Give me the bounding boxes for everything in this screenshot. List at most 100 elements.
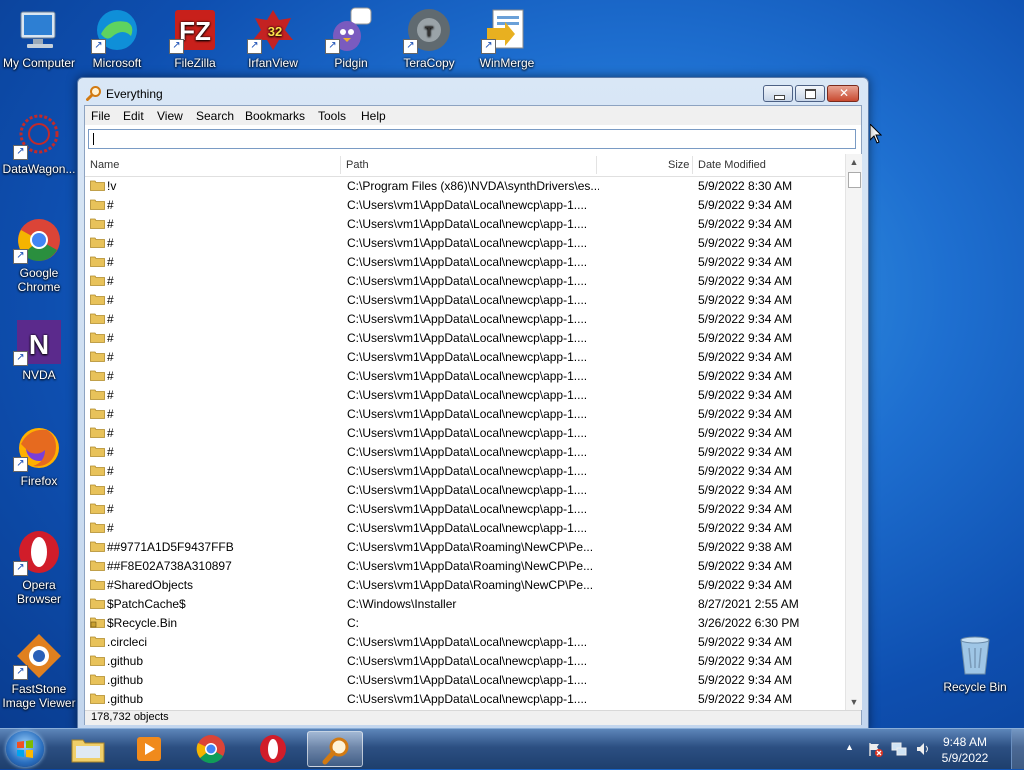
scroll-down-icon[interactable]: ▼ <box>846 694 862 710</box>
scroll-thumb[interactable] <box>848 172 861 188</box>
table-row[interactable]: .circleci C:\Users\vm1\AppData\Local\newc… <box>85 632 845 651</box>
desktop-icon-pidgin[interactable]: ↗ Pidgin <box>313 6 389 70</box>
title-bar[interactable]: Everything ✕ <box>78 78 868 106</box>
menu-tools[interactable]: Tools <box>318 109 346 123</box>
menu-file[interactable]: File <box>91 109 110 123</box>
search-input[interactable] <box>88 129 856 149</box>
table-row[interactable]: !v C:\Program Files (x86)\NVDA\synthDrive… <box>85 176 845 195</box>
table-row[interactable]: # C:\Users\vm1\AppData\Local\newcp\app-1.… <box>85 442 845 461</box>
text-caret <box>93 133 94 145</box>
column-divider[interactable] <box>340 156 341 174</box>
shortcut-arrow-icon: ↗ <box>13 457 28 472</box>
table-row[interactable]: # C:\Users\vm1\AppData\Local\newcp\app-1.… <box>85 252 845 271</box>
table-row[interactable]: # C:\Users\vm1\AppData\Local\newcp\app-1.… <box>85 499 845 518</box>
table-row[interactable]: .github C:\Users\vm1\AppData\Local\newcp\… <box>85 651 845 670</box>
everything-window[interactable]: Everything ✕ File Edit View Search Bookm… <box>77 77 869 731</box>
desktop-icon-filezilla[interactable]: FZ ↗ FileZilla <box>157 6 233 70</box>
action-center-flag-icon[interactable] <box>867 741 883 757</box>
taskbar-file-explorer-button[interactable] <box>60 731 116 767</box>
table-row[interactable]: $PatchCache$ C:\Windows\Installer 8/27/202… <box>85 594 845 613</box>
pidgin-icon: ↗ <box>325 6 375 54</box>
firefox-icon: ↗ <box>13 424 63 472</box>
table-row[interactable]: # C:\Users\vm1\AppData\Local\newcp\app-1.… <box>85 347 845 366</box>
table-row[interactable]: # C:\Users\vm1\AppData\Local\newcp\app-1.… <box>85 423 845 442</box>
desktop-icon-firefox[interactable]: ↗ Firefox <box>1 424 77 488</box>
desktop-icon-opera[interactable]: ↗ Opera Browser <box>1 528 77 606</box>
column-name[interactable]: Name <box>90 159 119 171</box>
folder-icon <box>90 199 105 210</box>
table-row[interactable]: ##F8E02A738A310897 C:\Users\vm1\AppData\R… <box>85 556 845 575</box>
cell-date-modified: 5/9/2022 9:34 AM <box>698 198 793 212</box>
vertical-scrollbar[interactable]: ▲ ▼ <box>845 154 862 710</box>
folder-icon <box>90 180 105 191</box>
table-row[interactable]: # C:\Users\vm1\AppData\Local\newcp\app-1.… <box>85 518 845 537</box>
menu-view[interactable]: View <box>157 109 183 123</box>
scroll-up-icon[interactable]: ▲ <box>846 154 862 170</box>
table-row[interactable]: .github C:\Users\vm1\AppData\Local\newcp\… <box>85 689 845 708</box>
table-row[interactable]: # C:\Users\vm1\AppData\Local\newcp\app-1.… <box>85 404 845 423</box>
desktop-icon-datawagon[interactable]: ↗ DataWagon... <box>1 112 77 176</box>
table-row[interactable]: $Recycle.Bin C: 3/26/2022 6:30 PM <box>85 613 845 632</box>
desktop-icon-faststone[interactable]: ↗ FastStone Image Viewer <box>1 632 77 710</box>
table-row[interactable]: # C:\Users\vm1\AppData\Local\newcp\app-1.… <box>85 233 845 252</box>
table-row[interactable]: # C:\Users\vm1\AppData\Local\newcp\app-1.… <box>85 271 845 290</box>
desktop-icon-nvda[interactable]: N ↗ NVDA <box>1 318 77 382</box>
taskbar-everything-button[interactable] <box>307 731 363 767</box>
cell-date-modified: 5/9/2022 9:34 AM <box>698 350 793 364</box>
status-bar: 178,732 objects <box>85 710 861 725</box>
desktop-icon-winmerge[interactable]: ↗ WinMerge <box>469 6 545 70</box>
results-list[interactable]: Name Path Size Date Modified !v C:\Progra… <box>85 154 862 710</box>
taskbar-media-player-button[interactable] <box>121 731 177 767</box>
table-row[interactable]: # C:\Users\vm1\AppData\Local\newcp\app-1.… <box>85 214 845 233</box>
menu-search[interactable]: Search <box>196 109 234 123</box>
desktop-icon-my-computer[interactable]: My Computer <box>1 6 77 70</box>
table-row[interactable]: # C:\Users\vm1\AppData\Local\newcp\app-1.… <box>85 290 845 309</box>
desktop-icon-recycle-bin[interactable]: Recycle Bin <box>937 630 1013 694</box>
column-date-modified[interactable]: Date Modified <box>698 159 766 171</box>
desktop-icon-microsoft[interactable]: ↗ Microsoft <box>79 6 155 70</box>
network-icon[interactable] <box>891 741 907 757</box>
clock-time: 9:48 AM <box>942 735 988 749</box>
menu-help[interactable]: Help <box>361 109 386 123</box>
column-divider[interactable] <box>596 156 597 174</box>
column-path[interactable]: Path <box>346 159 369 171</box>
table-row[interactable]: # C:\Users\vm1\AppData\Local\newcp\app-1.… <box>85 328 845 347</box>
folder-icon <box>90 655 105 666</box>
table-row[interactable]: # C:\Users\vm1\AppData\Local\newcp\app-1.… <box>85 309 845 328</box>
start-button[interactable] <box>6 731 44 767</box>
column-size[interactable]: Size <box>668 159 689 171</box>
table-row[interactable]: # C:\Users\vm1\AppData\Local\newcp\app-1.… <box>85 480 845 499</box>
maximize-button[interactable] <box>795 85 825 102</box>
table-row[interactable]: # C:\Users\vm1\AppData\Local\newcp\app-1.… <box>85 461 845 480</box>
folder-icon <box>90 427 105 438</box>
table-row[interactable]: # C:\Users\vm1\AppData\Local\newcp\app-1.… <box>85 195 845 214</box>
cell-date-modified: 5/9/2022 9:34 AM <box>698 635 793 649</box>
minimize-button[interactable] <box>763 85 793 102</box>
table-row[interactable]: # C:\Users\vm1\AppData\Local\newcp\app-1.… <box>85 385 845 404</box>
column-divider[interactable] <box>692 156 693 174</box>
table-row[interactable]: # C:\Users\vm1\AppData\Local\newcp\app-1.… <box>85 366 845 385</box>
taskbar-chrome-button[interactable] <box>183 731 239 767</box>
table-row[interactable]: .github C:\Users\vm1\AppData\Local\newcp\… <box>85 670 845 689</box>
datawagon-icon: ↗ <box>13 112 63 160</box>
folder-icon <box>90 541 105 552</box>
menu-bookmarks[interactable]: Bookmarks <box>245 109 305 123</box>
cell-name: # <box>107 350 114 364</box>
cell-date-modified: 5/9/2022 9:34 AM <box>698 426 793 440</box>
menu-edit[interactable]: Edit <box>123 109 144 123</box>
cell-date-modified: 5/9/2022 9:34 AM <box>698 445 793 459</box>
close-button[interactable]: ✕ <box>827 85 859 102</box>
show-desktop-button[interactable] <box>1011 729 1024 769</box>
desktop-icon-irfanview[interactable]: 32 ↗ IrfanView <box>235 6 311 70</box>
table-row[interactable]: ##9771A1D5F9437FFB C:\Users\vm1\AppData\R… <box>85 537 845 556</box>
desktop-icon-teracopy[interactable]: T ↗ TeraCopy <box>391 6 467 70</box>
desktop-icon-google-chrome[interactable]: ↗ Google Chrome <box>1 216 77 294</box>
menu-bar: File Edit View Search Bookmarks Tools He… <box>85 106 861 125</box>
table-row[interactable]: #SharedObjects C:\Users\vm1\AppData\Roami… <box>85 575 845 594</box>
show-hidden-icons-icon[interactable]: ▲ <box>845 742 854 752</box>
cell-path: C:\Users\vm1\AppData\Local\newcp\app-1..… <box>347 445 588 459</box>
cell-name: # <box>107 236 114 250</box>
clock[interactable]: 9:48 AM 5/9/2022 <box>920 734 1010 766</box>
my-computer-icon <box>15 6 63 54</box>
taskbar-opera-button[interactable] <box>245 731 301 767</box>
